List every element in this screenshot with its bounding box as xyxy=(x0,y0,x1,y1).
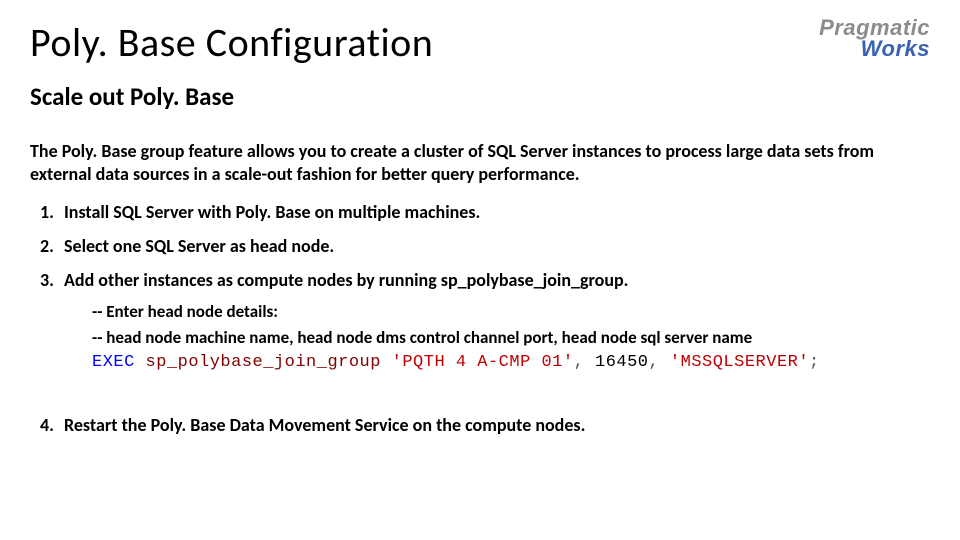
sql-arg1: 'PQTH 4 A-CMP 01' xyxy=(392,353,574,372)
step-1: Install SQL Server with Poly. Base on mu… xyxy=(58,195,930,229)
steps-list: Install SQL Server with Poly. Base on mu… xyxy=(30,195,930,442)
code-block: -- Enter head node details: -- head node… xyxy=(92,299,930,376)
slide-subtitle: Scale out Poly. Base xyxy=(30,81,930,112)
logo-line-2: Works xyxy=(819,39,930,60)
code-comment-1: -- Enter head node details: xyxy=(92,299,930,325)
slide: Pragmatic Works Poly. Base Configuration… xyxy=(0,0,960,540)
step-4: Restart the Poly. Base Data Movement Ser… xyxy=(58,408,930,442)
sql-proc: sp_polybase_join_group xyxy=(146,353,381,372)
code-comment-2: -- head node machine name, head node dms… xyxy=(92,325,930,351)
step-3-text: Add other instances as compute nodes by … xyxy=(64,269,628,291)
brand-logo: Pragmatic Works xyxy=(819,18,930,60)
slide-title: Poly. Base Configuration xyxy=(30,18,930,67)
intro-paragraph: The Poly. Base group feature allows you … xyxy=(30,140,930,185)
sql-arg3: 'MSSQLSERVER' xyxy=(670,353,809,372)
step-2: Select one SQL Server as head node. xyxy=(58,229,930,263)
step-3: Add other instances as compute nodes by … xyxy=(58,263,930,382)
sql-keyword: EXEC xyxy=(92,353,135,372)
code-exec-line: EXEC sp_polybase_join_group 'PQTH 4 A-CM… xyxy=(92,350,930,376)
sql-arg2: 16450 xyxy=(595,353,649,372)
